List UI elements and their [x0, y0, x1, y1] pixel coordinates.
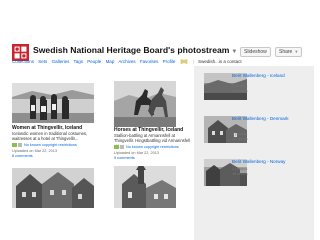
license-icon [12, 143, 17, 147]
nav-collections[interactable]: Collections [12, 59, 34, 64]
contact-badge: (M) [179, 59, 189, 64]
license-link[interactable]: No known copyright restrictions [114, 145, 179, 149]
nav-map[interactable]: Map [106, 59, 115, 64]
set-title-iceland[interactable]: Berit Wallenberg - Iceland [232, 73, 292, 79]
share-button[interactable]: Share ▼ [275, 47, 303, 57]
set-title-norway[interactable]: Berit Wallenberg - Norway [232, 159, 292, 165]
photo-street-houses[interactable] [12, 168, 94, 208]
photo-menu-icon[interactable] [18, 143, 22, 147]
title-dropdown-icon[interactable]: ▼ [231, 49, 237, 55]
photostream-nav: Collections Sets Galleries Tags People M… [12, 59, 245, 64]
set-view-count: 24 views [232, 136, 248, 141]
nav-tags[interactable]: Tags [74, 59, 84, 64]
photo-church[interactable] [114, 166, 176, 208]
share-dropdown-icon: ▼ [294, 49, 299, 54]
comments-link[interactable]: 8 comments [12, 154, 33, 158]
nav-sets[interactable]: Sets [38, 59, 47, 64]
slideshow-button[interactable]: Slideshow [240, 47, 271, 57]
license-link[interactable]: No known copyright restrictions [12, 143, 77, 147]
nav-people[interactable]: People [87, 59, 101, 64]
photo-menu-icon[interactable] [120, 145, 124, 149]
nav-favorites[interactable]: Favorites [140, 59, 159, 64]
upload-date: Uploaded on Mar 22, 2013 [114, 151, 159, 155]
license-icon [114, 145, 119, 149]
page-title: Swedish National Heritage Board's photos… [33, 45, 238, 55]
nav-archives[interactable]: Archives [118, 59, 135, 64]
nav-galleries[interactable]: Galleries [52, 59, 70, 64]
photo-description: Icelandic women in traditional costumes,… [12, 131, 88, 142]
set-view-count: 95 views [232, 88, 248, 93]
comments-link[interactable]: 9 comments [114, 156, 135, 160]
contact-description: Swedish...is a contact [198, 59, 242, 64]
nav-separator: | [192, 59, 194, 64]
nav-profile[interactable]: Profile [163, 59, 176, 64]
set-view-count: 16 views [232, 171, 248, 176]
photo-women-thingvellir[interactable] [12, 83, 94, 123]
set-title-denmark[interactable]: Berit Wallenberg - Denmark [232, 116, 292, 122]
upload-date: Uploaded on Mar 22, 2013 [12, 149, 57, 153]
photo-horses-thingvellir[interactable] [114, 81, 176, 127]
